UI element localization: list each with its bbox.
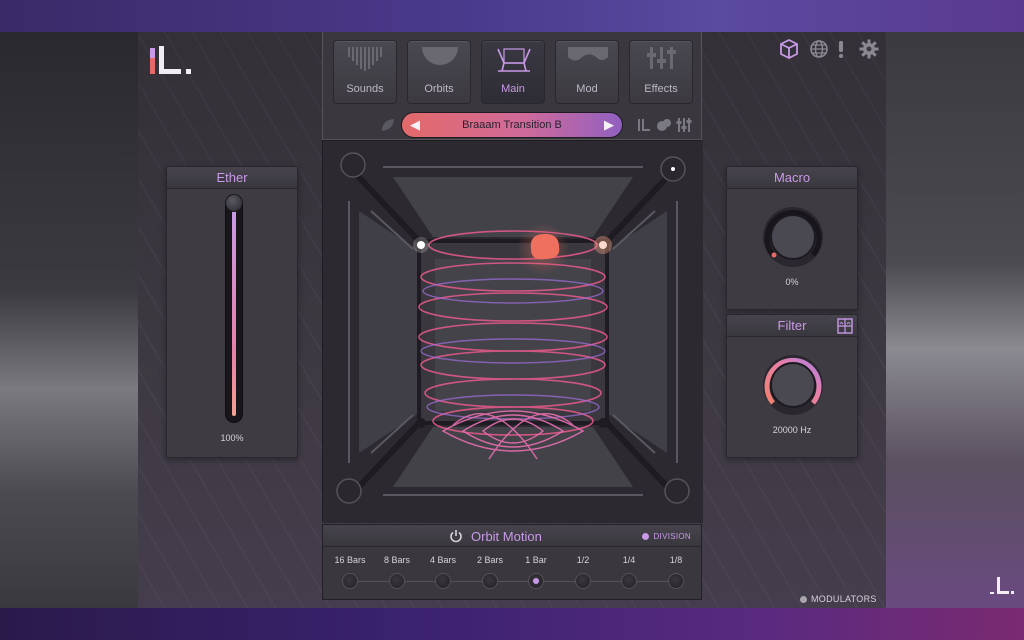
filter-knob[interactable]	[761, 353, 825, 417]
corner-logo	[990, 577, 1014, 594]
step-label: 1/4	[622, 555, 636, 565]
tab-effects[interactable]: Effects	[629, 40, 693, 104]
step-label: 8 Bars	[383, 555, 410, 565]
mod-icon	[568, 47, 608, 61]
step-label: 1/8	[669, 555, 683, 565]
macro-value: 0%	[785, 277, 799, 287]
orbit-motion-header: Orbit Motion DIVISION	[323, 525, 701, 547]
tab-label: Mod	[576, 83, 598, 95]
tab-label: Main	[501, 83, 525, 95]
tab-main[interactable]: Main	[481, 40, 545, 104]
filter-type-icon[interactable]	[837, 318, 853, 334]
preset-name: Braaam Transition B	[462, 119, 562, 131]
preset-prev-button[interactable]: ◀	[410, 113, 420, 137]
tab-mod[interactable]: Mod	[555, 40, 619, 104]
macro-knob[interactable]	[761, 205, 825, 269]
step-label: 16 Bars	[334, 555, 366, 565]
backdrop-right	[886, 32, 1024, 608]
step-radio-2-bars[interactable]	[482, 573, 498, 589]
macro-title: Macro	[727, 167, 857, 189]
orbit-motion-panel: Orbit Motion DIVISION 16 Bars 8 Bars 4 B…	[322, 524, 702, 600]
ether-slider-fill	[232, 208, 236, 416]
step-radio-1-4[interactable]	[621, 573, 637, 589]
step-radio-1-2[interactable]	[575, 573, 591, 589]
ether-value: 100%	[220, 433, 244, 443]
division-label: DIVISION	[653, 532, 691, 541]
tab-orbits[interactable]: Orbits	[407, 40, 471, 104]
step-radio-1-bar[interactable]	[528, 573, 544, 589]
ether-title: Ether	[167, 167, 297, 189]
power-icon[interactable]	[449, 529, 463, 543]
filter-value: 20000 Hz	[772, 425, 812, 435]
modulators-toggle[interactable]: MODULATORS	[800, 594, 877, 604]
brand-logo	[150, 46, 191, 74]
ether-panel: Ether 100%	[166, 166, 298, 458]
globe-icon[interactable]	[808, 38, 830, 60]
step-label: 1/2	[576, 555, 590, 565]
step-radio-1-8[interactable]	[668, 573, 684, 589]
step-label: 2 Bars	[476, 555, 503, 565]
orbits-icon	[422, 47, 458, 65]
tab-label: Effects	[644, 83, 678, 95]
modulators-indicator	[800, 596, 807, 603]
modulators-label: MODULATORS	[811, 594, 877, 604]
blob-icon[interactable]	[655, 116, 673, 134]
ether-slider-handle[interactable]	[225, 194, 243, 212]
main-icon	[497, 48, 531, 72]
preset-selector[interactable]: ◀ Braaam Transition B ▶	[401, 112, 623, 138]
division-indicator	[642, 533, 650, 540]
step-label: 4 Bars	[429, 555, 456, 565]
gear-icon[interactable]	[858, 38, 880, 60]
top-window-strip	[0, 0, 1024, 32]
leaf-icon[interactable]	[379, 116, 397, 134]
tab-label: Sounds	[346, 83, 384, 95]
sounds-icon	[348, 47, 382, 71]
section-nav: Sounds Orbits Main Mod Effects ◀ Braaam …	[322, 32, 702, 140]
preset-next-button[interactable]: ▶	[604, 113, 614, 137]
alert-icon[interactable]	[834, 38, 848, 60]
step-radio-8-bars[interactable]	[389, 573, 405, 589]
orbit-motion-title: Orbit Motion	[471, 529, 542, 544]
tab-sounds[interactable]: Sounds	[333, 40, 397, 104]
ether-slider[interactable]	[225, 194, 243, 423]
bottom-window-strip	[0, 608, 1024, 640]
filter-panel: Filter 20000 Hz	[726, 314, 858, 458]
step-radio-4-bars[interactable]	[435, 573, 451, 589]
mixer-icon[interactable]	[675, 116, 693, 134]
effects-icon	[647, 47, 676, 69]
orbit-visualizer[interactable]	[322, 140, 703, 523]
macro-panel: Macro 0%	[726, 166, 858, 310]
step-label: 1 Bar	[525, 555, 547, 565]
orbit-scene	[323, 141, 703, 523]
division-toggle[interactable]: DIVISION	[642, 532, 691, 541]
logo-mini-icon[interactable]	[635, 116, 653, 134]
cube-icon[interactable]	[778, 38, 800, 60]
backdrop-left	[0, 32, 138, 608]
tab-label: Orbits	[424, 83, 454, 95]
step-radio-16-bars[interactable]	[342, 573, 358, 589]
